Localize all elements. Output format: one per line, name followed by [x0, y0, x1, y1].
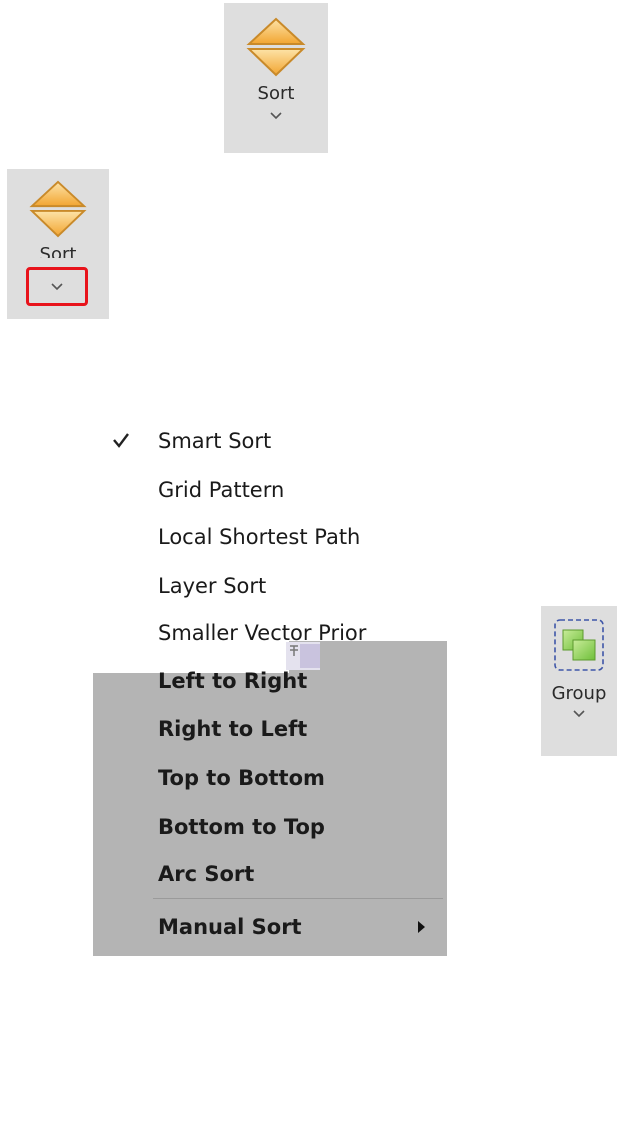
- group-icon: [554, 619, 604, 671]
- submenu-arrow-icon: [418, 921, 425, 933]
- menu-item-arc-sort[interactable]: Arc Sort: [158, 861, 254, 887]
- menu-item-top-to-bottom[interactable]: Top to Bottom: [158, 765, 325, 791]
- sort-button-label: Sort: [39, 245, 77, 258]
- chevron-down-icon[interactable]: [270, 112, 282, 120]
- chevron-down-icon: [51, 282, 63, 290]
- menu-item-grid-pattern[interactable]: Grid Pattern: [158, 477, 284, 503]
- menu-item-left-to-right[interactable]: Left to Right: [158, 668, 307, 694]
- menu-item-local-shortest-path[interactable]: Local Shortest Path: [158, 524, 360, 550]
- cursor-icon: [286, 642, 320, 670]
- menu-item-smart-sort[interactable]: Smart Sort: [158, 428, 271, 454]
- menu-separator: [153, 898, 443, 899]
- menu-item-bottom-to-top[interactable]: Bottom to Top: [158, 814, 325, 840]
- checkmark-icon: [113, 433, 129, 448]
- menu-item-layer-sort[interactable]: Layer Sort: [158, 573, 266, 599]
- sort-dropdown-toggle[interactable]: [26, 267, 88, 306]
- group-button-label: Group: [551, 683, 607, 704]
- sort-button-label: Sort: [257, 83, 295, 104]
- menu-item-right-to-left[interactable]: Right to Left: [158, 716, 307, 742]
- sort-icon: [29, 180, 87, 238]
- sort-button-highlighted[interactable]: Sort: [7, 169, 109, 319]
- group-button[interactable]: Group: [541, 606, 617, 756]
- sort-button[interactable]: Sort: [224, 3, 328, 153]
- menu-item-manual-sort[interactable]: Manual Sort: [158, 914, 302, 940]
- chevron-down-icon[interactable]: [573, 710, 585, 718]
- menu-item-smaller-vector-prior[interactable]: Smaller Vector Prior: [158, 620, 366, 646]
- sort-icon: [246, 17, 306, 77]
